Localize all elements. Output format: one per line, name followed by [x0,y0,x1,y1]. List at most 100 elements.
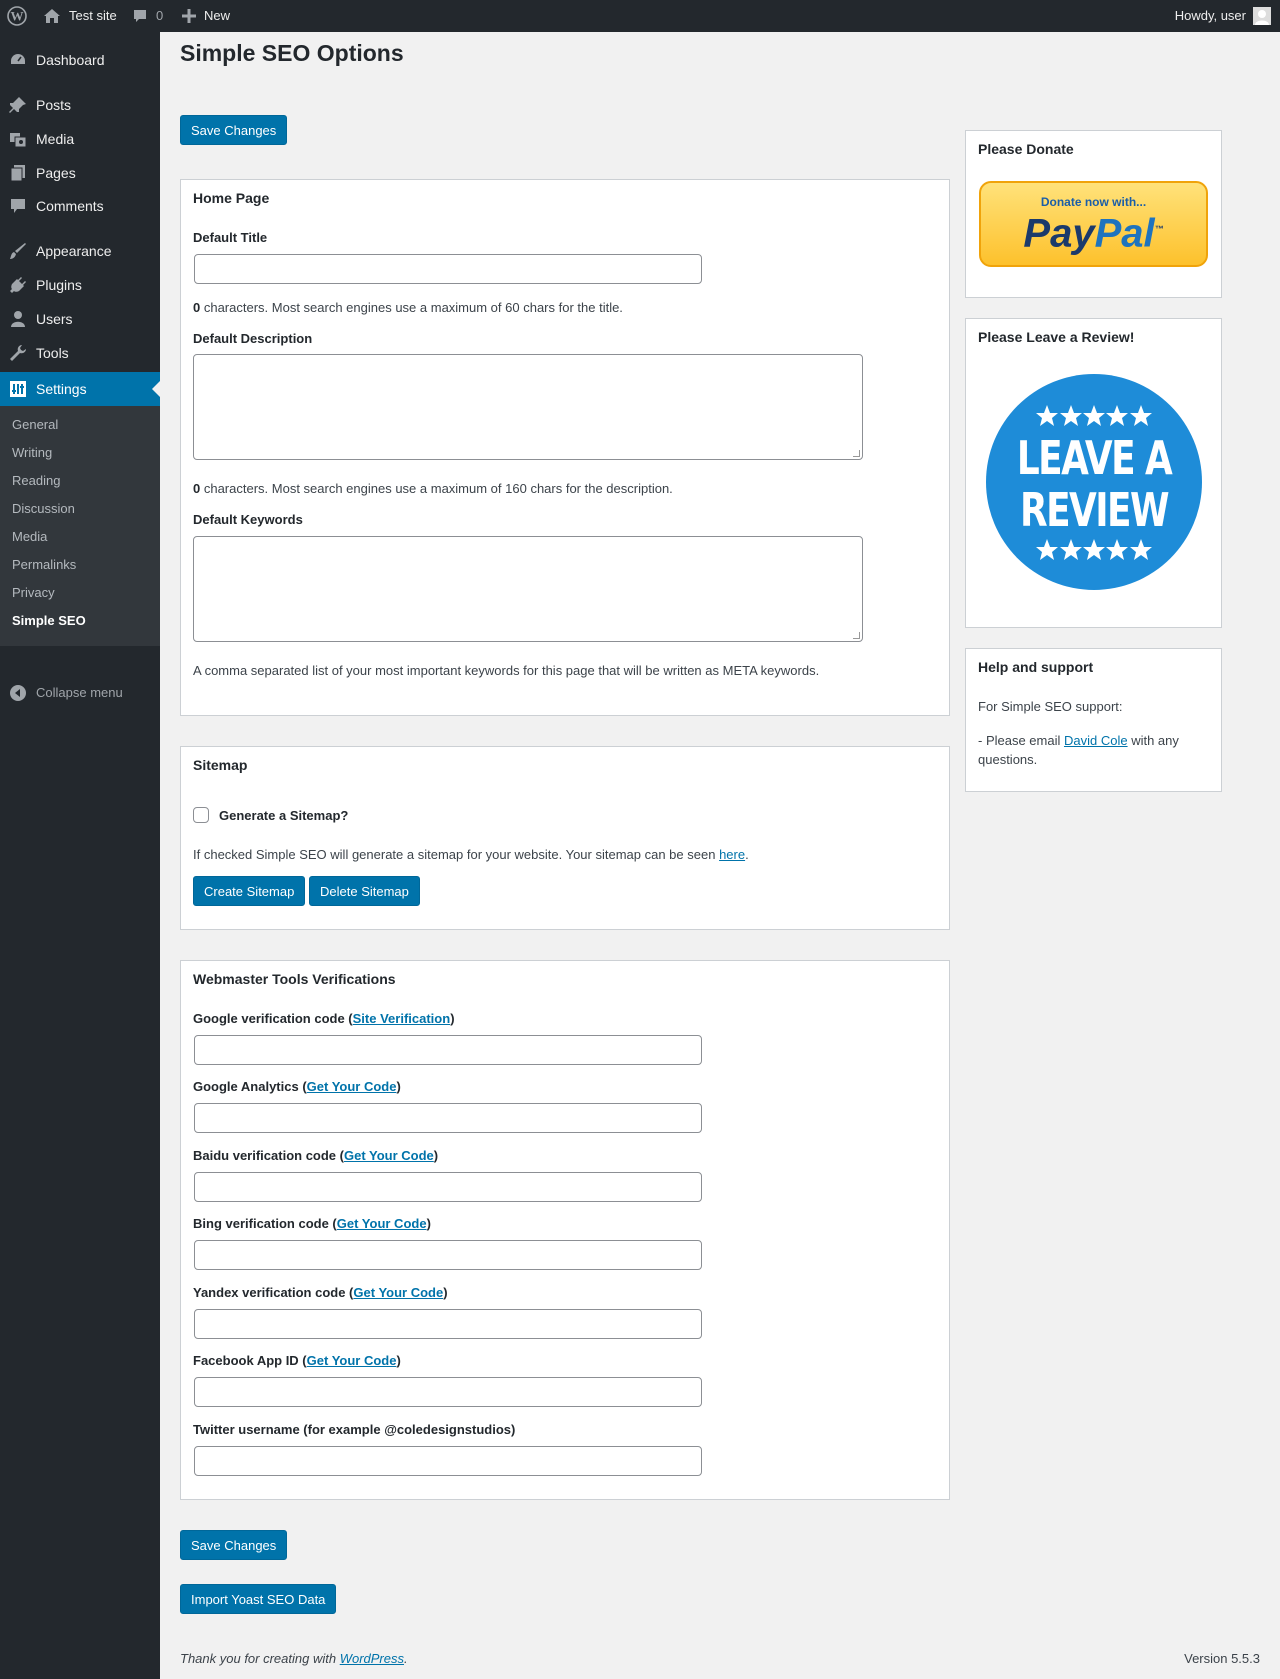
sidebar-item-label: Users [36,311,73,327]
facebook-app-id-input[interactable] [194,1377,702,1407]
review-line-2: REVIEW [1019,483,1170,537]
field-label-suffix: ) [450,1011,455,1026]
new-content-link[interactable]: New [182,0,230,32]
sidebar-item-dashboard[interactable]: Dashboard [0,43,160,77]
page-title: Simple SEO Options [180,40,404,66]
howdy-text: Howdy, user [1174,8,1246,23]
sidebar-item-posts[interactable]: Posts [0,88,160,122]
submenu-item-permalinks[interactable]: Permalinks [12,557,76,572]
sidebar-item-tools[interactable]: Tools [0,336,160,370]
submenu-item-reading[interactable]: Reading [12,473,60,488]
comment-icon [134,10,146,22]
settings-submenu: General Writing Reading Discussion Media… [0,406,160,646]
sidebar-item-label: Comments [36,198,104,214]
dashboard-icon [11,54,25,64]
field-label-suffix: ) [426,1216,431,1231]
get-your-code-link[interactable]: Get Your Code [344,1148,434,1163]
submenu-item-general[interactable]: General [12,417,58,432]
default-keywords-textarea[interactable] [193,536,863,642]
media-icon [10,133,27,148]
leave-review-badge[interactable]: LEAVE A REVIEW [986,374,1202,590]
save-changes-button-bottom[interactable]: Save Changes [180,1530,288,1560]
default-title-input[interactable] [194,254,702,284]
sidebar-item-appearance[interactable]: Appearance [0,234,160,268]
sidebar-item-comments[interactable]: Comments [0,189,160,223]
user-icon [11,311,25,327]
home-page-box: Home Page Default Title 0 characters. Mo… [180,179,950,716]
sidebar-item-label: Plugins [36,277,82,293]
submenu-item-media[interactable]: Media [12,529,47,544]
brush-icon [10,243,26,259]
yandex-verification-input[interactable] [194,1309,702,1339]
plug-icon [10,277,26,293]
get-your-code-link[interactable]: Get Your Code [307,1353,397,1368]
get-your-code-link[interactable]: Get Your Code [353,1285,443,1300]
sitemap-help: If checked Simple SEO will generate a si… [193,847,749,862]
field-label-suffix: ) [396,1353,401,1368]
submenu-item-writing[interactable]: Writing [12,445,52,460]
sidebar-item-label: Tools [36,345,69,361]
sitemap-here-link[interactable]: here [719,847,745,862]
facebook-app-id-label: Facebook App ID (Get Your Code) [193,1353,401,1368]
field-label-suffix: ) [433,1148,439,1163]
default-description-textarea[interactable] [193,354,863,460]
field-label-suffix: ) [396,1079,401,1094]
field-label-text: Google verification code ( [193,1011,353,1026]
account-menu[interactable]: Howdy, user [1175,0,1271,32]
import-yoast-button[interactable]: Import Yoast SEO Data [180,1584,337,1614]
site-verification-link[interactable]: Site Verification [353,1011,451,1026]
create-sitemap-button[interactable]: Create Sitemap [193,876,306,906]
submenu-item-privacy[interactable]: Privacy [12,585,55,600]
get-your-code-link[interactable]: Get Your Code [337,1216,427,1231]
david-cole-email-link[interactable]: David Cole [1064,733,1128,748]
wordpress-logo-icon[interactable]: W [7,0,27,32]
site-name-link[interactable]: Test site [43,0,117,32]
bing-verification-label: Bing verification code (Get Your Code) [193,1216,431,1231]
pages-icon [10,165,25,182]
description-help-text: characters. Most search engines use a ma… [200,481,673,496]
help-line-2: - Please email David Cole with any quest… [978,731,1203,769]
footer-thanks-suffix: . [404,1651,408,1666]
get-your-code-link[interactable]: Get Your Code [307,1079,397,1094]
google-verification-input[interactable] [194,1035,702,1065]
submenu-item-simple-seo[interactable]: Simple SEO [12,613,86,628]
sidebar-item-label: Dashboard [36,52,105,68]
review-line-1: LEAVE A [1016,431,1173,485]
footer-version: Version 5.5.3 [1184,1651,1260,1666]
bing-verification-input[interactable] [194,1240,702,1270]
default-keywords-label: Default Keywords [193,512,303,527]
sidebar-item-plugins[interactable]: Plugins [0,268,160,302]
generate-sitemap-checkbox[interactable] [193,807,209,823]
twitter-username-input[interactable] [194,1446,702,1476]
wordpress-link[interactable]: WordPress [340,1651,404,1666]
sidebar-item-settings[interactable]: Settings [0,372,160,406]
footer-thanks-text: Thank you for creating with [180,1651,340,1666]
sidebar-item-pages[interactable]: Pages [0,156,160,190]
google-analytics-input[interactable] [194,1103,702,1133]
sidebar-item-label: Posts [36,97,72,113]
sidebar-item-media[interactable]: Media [0,122,160,156]
save-changes-button-top[interactable]: Save Changes [180,115,288,145]
delete-sitemap-button[interactable]: Delete Sitemap [309,876,420,906]
sidebar-item-users[interactable]: Users [0,302,160,336]
paypal-donate-button[interactable]: Donate now with... PayPal™ [979,181,1208,267]
submenu-item-discussion[interactable]: Discussion [12,501,75,516]
field-label-text: Yandex verification code ( [193,1285,354,1300]
collapse-menu-button[interactable]: Collapse menu [0,678,160,708]
collapse-arrow-icon [10,685,26,701]
plus-icon [182,9,196,23]
comments-link[interactable]: 0 [132,0,163,32]
help-support-title: Help and support [978,659,1094,675]
baidu-verification-input[interactable] [194,1172,702,1202]
google-analytics-label: Google Analytics (Get Your Code) [193,1079,401,1094]
default-description-label: Default Description [193,331,313,346]
sidebar-item-label: Pages [36,165,76,181]
svg-text:W: W [11,9,24,24]
settings-icon [10,381,26,397]
site-name: Test site [69,8,117,23]
title-char-count-help: 0 characters. Most search engines use a … [193,300,623,315]
comments-count: 0 [156,8,164,23]
field-label-suffix: ) [443,1285,448,1300]
comment-icon [11,199,25,213]
sidebar-item-label: Settings [36,381,87,397]
